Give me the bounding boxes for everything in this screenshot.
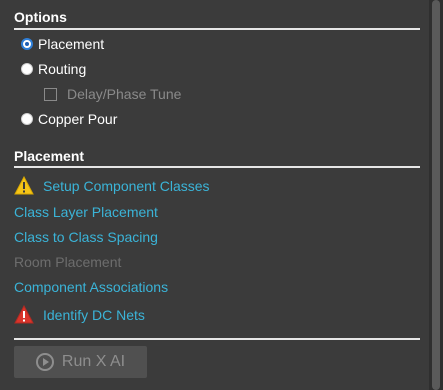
placement-radio[interactable]: Placement (21, 36, 104, 52)
placement-header: Placement (14, 148, 85, 164)
vertical-scrollbar[interactable] (429, 0, 443, 390)
identify-dc-nets-row[interactable]: Identify DC Nets (14, 305, 145, 324)
options-divider (14, 28, 420, 30)
delay-phase-tune-label: Delay/Phase Tune (67, 86, 182, 102)
identify-dc-nets-link[interactable]: Identify DC Nets (43, 307, 145, 323)
copper-pour-radio-label: Copper Pour (38, 111, 118, 127)
checkbox-icon (44, 87, 57, 101)
run-x-ai-label: Run X AI (61, 353, 126, 370)
bottom-divider (14, 338, 420, 340)
play-circle-icon (35, 353, 54, 371)
setup-component-classes-link[interactable]: Setup Component Classes (43, 178, 210, 194)
options-header: Options (14, 9, 67, 25)
setup-component-classes-row[interactable]: Setup Component Classes (14, 176, 210, 195)
options-panel: Options Placement Routing Delay/Phase Tu… (0, 0, 429, 390)
class-to-class-spacing-link[interactable]: Class to Class Spacing (14, 229, 158, 245)
radio-unselected-icon[interactable] (21, 63, 33, 75)
placement-divider (14, 166, 420, 168)
radio-unselected-icon[interactable] (21, 113, 33, 125)
delay-phase-tune-checkbox: Delay/Phase Tune (44, 86, 181, 102)
radio-selected-icon[interactable] (21, 38, 33, 50)
warning-icon (14, 176, 34, 195)
error-icon (14, 305, 34, 324)
routing-radio[interactable]: Routing (21, 61, 86, 77)
class-layer-placement-link[interactable]: Class Layer Placement (14, 204, 158, 220)
room-placement-link: Room Placement (14, 254, 122, 270)
scrollbar-thumb[interactable] (432, 0, 440, 390)
component-associations-link[interactable]: Component Associations (14, 279, 168, 295)
copper-pour-radio[interactable]: Copper Pour (21, 111, 117, 127)
run-x-ai-button[interactable]: Run X AI (14, 346, 147, 378)
placement-radio-label: Placement (38, 36, 105, 52)
routing-radio-label: Routing (38, 61, 87, 77)
